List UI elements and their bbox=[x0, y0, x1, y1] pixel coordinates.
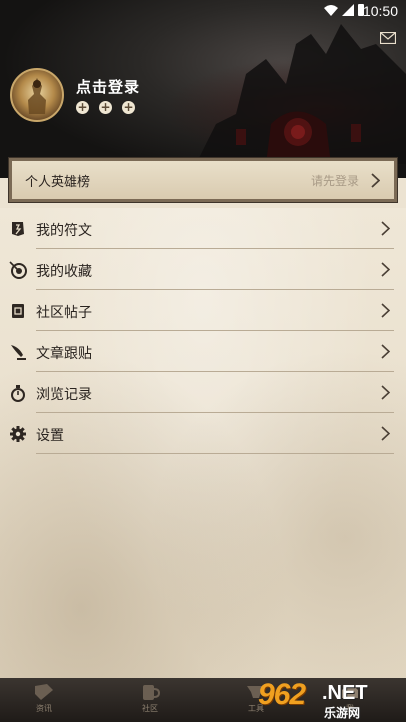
menu-item-settings[interactable]: 设置 bbox=[0, 413, 406, 454]
watermark-text: 乐游网 bbox=[324, 706, 361, 720]
status-time: 10:50 bbox=[362, 3, 398, 19]
chevron-right-icon bbox=[381, 344, 390, 359]
castle-artwork bbox=[196, 24, 406, 164]
ranking-hint: 请先登录 bbox=[310, 173, 359, 188]
quill-icon bbox=[11, 345, 26, 360]
avatar[interactable] bbox=[10, 68, 64, 122]
menu-item-runes[interactable]: 我的符文 bbox=[0, 208, 406, 249]
chevron-right-icon bbox=[381, 426, 390, 441]
profile-header: 10:50 点击登录 + + + bbox=[0, 0, 406, 178]
plus-icon: + bbox=[76, 100, 89, 114]
plus-icon: + bbox=[122, 100, 135, 114]
status-bar: 10:50 bbox=[0, 0, 406, 22]
divider bbox=[36, 453, 394, 454]
mail-icon[interactable] bbox=[380, 32, 396, 44]
gear-icon bbox=[10, 426, 26, 442]
menu-item-posts[interactable]: 社区帖子 bbox=[0, 290, 406, 331]
tab-label: 社区 bbox=[142, 704, 158, 713]
menu-item-label: 设置 bbox=[36, 428, 64, 444]
menu-item-label: 社区帖子 bbox=[36, 305, 92, 321]
login-label[interactable]: 点击登录 bbox=[76, 76, 140, 97]
mug-icon bbox=[143, 685, 161, 700]
signal-icon bbox=[342, 4, 354, 16]
target-icon bbox=[9, 261, 27, 279]
tab-label: 资讯 bbox=[36, 704, 52, 713]
chevron-right-icon bbox=[381, 385, 390, 400]
menu-item-favorites[interactable]: 我的收藏 bbox=[0, 249, 406, 290]
chevron-right-icon bbox=[381, 221, 390, 236]
wifi-icon bbox=[324, 5, 338, 16]
rune-icon bbox=[12, 222, 24, 236]
scroll-icon bbox=[12, 304, 24, 318]
menu-item-label: 我的收藏 bbox=[36, 264, 92, 280]
tab-community[interactable]: 社区 bbox=[120, 680, 180, 714]
menu-list: 我的符文 我的收藏 社区帖子 文章跟贴 浏览记录 设置 bbox=[0, 208, 406, 454]
menu-item-label: 浏览记录 bbox=[36, 387, 92, 403]
avatar-figure-icon bbox=[28, 78, 46, 114]
menu-item-label: 文章跟贴 bbox=[36, 346, 92, 362]
tab-news[interactable]: 资讯 bbox=[14, 680, 74, 714]
plus-icon: + bbox=[99, 100, 112, 114]
news-icon bbox=[35, 684, 53, 700]
watermark-number: 962 bbox=[258, 678, 306, 711]
hero-ranking-row[interactable]: 个人英雄榜 请先登录 bbox=[8, 157, 398, 203]
chevron-right-icon bbox=[381, 262, 390, 277]
menu-item-history[interactable]: 浏览记录 bbox=[0, 372, 406, 413]
menu-item-label: 我的符文 bbox=[36, 223, 92, 239]
profile-stats: + + + bbox=[76, 101, 135, 114]
menu-item-replies[interactable]: 文章跟贴 bbox=[0, 331, 406, 372]
chevron-right-icon bbox=[371, 172, 380, 188]
site-watermark: 962 .NET 乐游网 bbox=[258, 678, 398, 720]
chevron-right-icon bbox=[381, 303, 390, 318]
stopwatch-icon bbox=[11, 385, 25, 402]
ranking-title: 个人英雄榜 bbox=[25, 174, 91, 190]
watermark-suffix: .NET bbox=[322, 682, 368, 704]
